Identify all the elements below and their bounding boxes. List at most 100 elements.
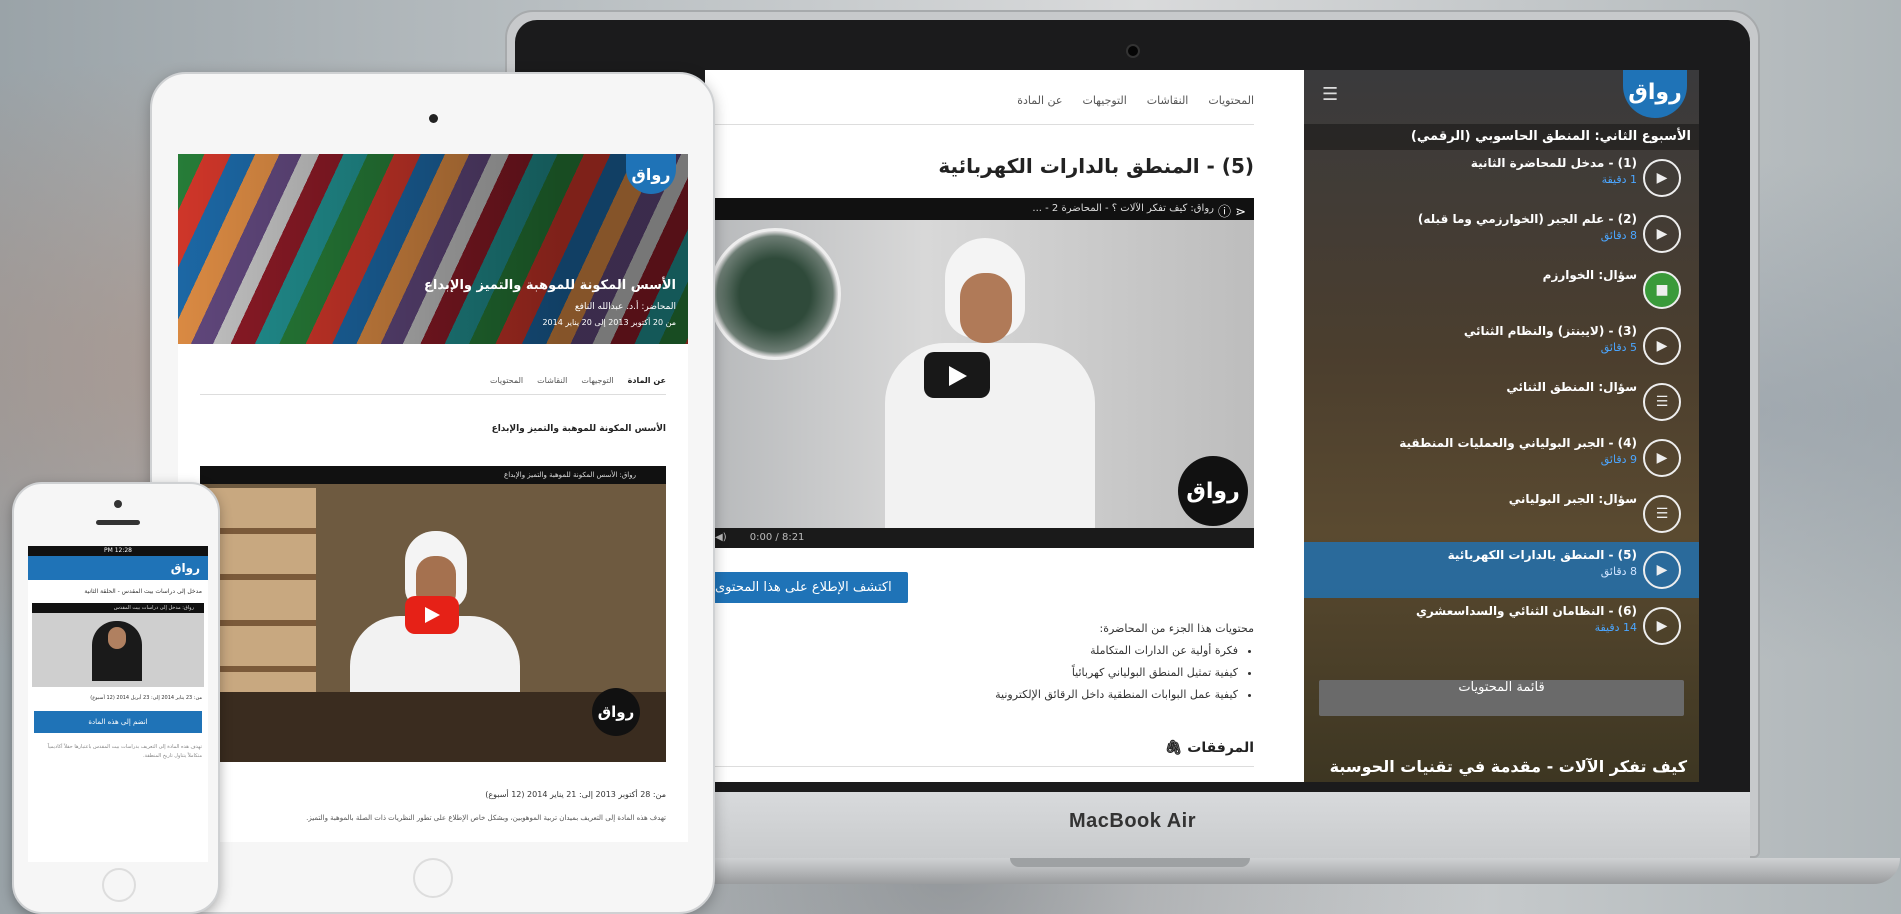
- course-tabs: عن المادة التوجيهات النقاشات المحتويات: [490, 376, 666, 385]
- lecture-main: المحتويات النقاشات التوجيهات عن المادة (…: [705, 70, 1304, 782]
- tabs-divider: [705, 124, 1254, 125]
- course-title: الأسس المكونة للموهبة والتميز والإبداع: [424, 278, 676, 293]
- course-professor: المحاضر: أ.د. عبدالله النافع: [574, 302, 676, 312]
- sidebar-item-title: (1) - مدخل للمحاضرة الثانية: [1470, 156, 1637, 170]
- join-course-button[interactable]: انضم إلى هذه المادة: [34, 711, 202, 733]
- play-icon: ▶: [1643, 159, 1681, 197]
- share-icon[interactable]: ⋖ ⓘ: [1218, 201, 1246, 220]
- contents-intro: محتويات هذا الجزء من المحاضرة:: [1099, 622, 1255, 635]
- course-date-range: من 20 أكتوبر 2013 إلى 20 يناير 2014: [542, 318, 676, 327]
- sidebar-item-active[interactable]: ▶ (5) - المنطق بالدارات الكهربائية 8 دقائ…: [1304, 542, 1699, 598]
- tab-guidelines[interactable]: التوجيهات: [1082, 94, 1126, 107]
- tablet-camera: [428, 114, 438, 123]
- tab-discussions[interactable]: النقاشات: [1147, 94, 1189, 107]
- phone-frame: 12:28 PM رواق مدخل إلى دراسات بيت المقدس…: [12, 482, 220, 914]
- video-time: 0:00 / 8:21: [749, 532, 805, 543]
- phone-camera: [114, 500, 122, 508]
- sidebar-item-duration: 9 دقائق: [1600, 453, 1637, 466]
- tab-discussions[interactable]: النقاشات: [537, 376, 567, 385]
- play-icon: ▶: [1643, 551, 1681, 589]
- sidebar-item-duration: 5 دقائق: [1600, 341, 1637, 354]
- contents-item: كيفية عمل البوابات المنطقية داخل الرقائق…: [954, 684, 1238, 706]
- sidebar-item-title: (2) - علم الجبر (الخوارزمي وما قبله): [1417, 212, 1637, 226]
- sidebar-item-title: سؤال: المنطق الثنائي: [1506, 380, 1637, 394]
- phone-home-button[interactable]: [102, 868, 136, 902]
- week-title: الأسبوع الثاني: المنطق الحاسوبي (الرقمي): [1304, 124, 1699, 150]
- contents-list-button[interactable]: قائمة المحتويات: [1319, 680, 1684, 716]
- check-icon: ■: [1643, 271, 1681, 309]
- tablet-home-button[interactable]: [412, 858, 453, 898]
- course-dates: من: 28 أكتوبر 2013 إلى: 21 يناير 2014 (1…: [485, 790, 666, 799]
- video-player[interactable]: رواق: مدخل إلى دراسات بيت المقدس: [32, 603, 204, 687]
- contents-item: فكرة أولية عن الدارات المتكاملة: [954, 640, 1238, 662]
- bookshelf-image: [206, 488, 316, 718]
- paperclip-icon: 🖇: [1164, 740, 1183, 756]
- sidebar-item-duration: 14 دقيقة: [1594, 621, 1637, 634]
- tab-contents[interactable]: المحتويات: [490, 376, 523, 385]
- sidebar-item[interactable]: ☰ سؤال: المنطق الثنائي: [1304, 374, 1699, 430]
- tab-contents[interactable]: المحتويات: [1208, 94, 1254, 107]
- sidebar-item-title: (5) - المنطق بالدارات الكهربائية: [1447, 548, 1637, 562]
- laptop-camera: [1125, 44, 1140, 58]
- video-title-bar: رواق: مدخل إلى دراسات بيت المقدس: [32, 603, 204, 613]
- volume-icon[interactable]: ◀): [715, 532, 727, 543]
- video-title-bar: رواق: الأسس المكونة للموهبة والتميز والإ…: [200, 466, 666, 484]
- menu-icon[interactable]: ☰: [1322, 84, 1338, 105]
- video-player[interactable]: رواق: الأسس المكونة للموهبة والتميز والإ…: [200, 466, 666, 762]
- status-bar: 12:28 PM: [28, 546, 208, 556]
- video-play-button[interactable]: [405, 596, 459, 634]
- attachments-heading: المرفقات 🖇: [1165, 740, 1254, 756]
- rwaq-watermark: رواق: [592, 688, 640, 736]
- sidebar-item-title: سؤال: الجبر البولياني: [1508, 492, 1637, 506]
- course-caption: كيف تفكر الآلات - مقدمة في تقنيات الحوسب…: [1329, 757, 1687, 776]
- tab-about[interactable]: عن المادة: [628, 376, 666, 385]
- sidebar-item[interactable]: ▶ (2) - علم الجبر (الخوارزمي وما قبله) 8 …: [1304, 206, 1699, 262]
- play-icon: ▶: [1643, 439, 1681, 477]
- sidebar-item[interactable]: ■ سؤال: الخوارزم: [1304, 262, 1699, 318]
- rwaq-watermark: رواق: [1178, 456, 1248, 526]
- course-description: تهدف هذه المادة إلى التعريف بميدان تربية…: [306, 814, 666, 822]
- sidebar-item[interactable]: ▶ (6) - النظامان الثنائي والسداسعشري 14 د…: [1304, 598, 1699, 654]
- video-controls[interactable]: ◀) 0:00 / 8:21: [705, 528, 1254, 548]
- play-icon: ▶: [1643, 327, 1681, 365]
- circuit-board-image: [709, 228, 841, 360]
- attachments-divider: [705, 766, 1254, 767]
- video-play-button[interactable]: [924, 352, 990, 398]
- laptop-screen: المحتويات النقاشات التوجيهات عن المادة (…: [705, 70, 1699, 782]
- course-dates: من: 23 يناير 2014 إلى: 23 أبريل 2014 (12…: [90, 695, 202, 701]
- lecture-contents: محتويات هذا الجزء من المحاضرة: فكرة أولي…: [954, 618, 1254, 706]
- phone-screen: 12:28 PM رواق مدخل إلى دراسات بيت المقدس…: [28, 546, 208, 862]
- sidebar-item[interactable]: ▶ (3) - (لايبنتز) والنظام الثنائي 5 دقائق: [1304, 318, 1699, 374]
- tablet-screen: رواق الأسس المكونة للموهبة والتميز والإب…: [178, 154, 688, 842]
- sidebar-item[interactable]: ▶ (4) - الجبر البولياني والعمليات المنطق…: [1304, 430, 1699, 486]
- contents-item: كيفية تمثيل المنطق البولياني كهربائياً: [954, 662, 1238, 684]
- course-tabs: المحتويات النقاشات التوجيهات عن المادة: [1017, 94, 1254, 107]
- course-title: مدخل إلى دراسات بيت المقدس - الحلقة الثا…: [84, 588, 202, 595]
- section-title: الأسس المكونة للموهبة والتميز والإبداع: [491, 424, 666, 434]
- report-button[interactable]: اكتشف الإطلاع على هذا المحتوى: [705, 572, 908, 603]
- sidebar-item[interactable]: ☰ سؤال: الجبر البولياني: [1304, 486, 1699, 542]
- tab-about[interactable]: عن المادة: [1017, 94, 1062, 107]
- sidebar-item[interactable]: ▶ (1) - مدخل للمحاضرة الثانية 1 دقيقة: [1304, 150, 1699, 206]
- attachments-label: المرفقات: [1187, 740, 1254, 756]
- sidebar-item-duration: 1 دقيقة: [1601, 173, 1637, 186]
- sidebar-item-title: سؤال: الخوارزم: [1542, 268, 1637, 282]
- video-player[interactable]: رواق: كيف تفكر الآلات ؟ - المحاضرة 2 - .…: [705, 198, 1254, 548]
- sidebar-item-title: (3) - (لايبنتز) والنظام الثنائي: [1463, 324, 1637, 338]
- rwaq-logo[interactable]: رواق: [28, 556, 208, 580]
- course-banner: رواق الأسس المكونة للموهبة والتميز والإب…: [178, 154, 688, 344]
- list-icon: ☰: [1643, 495, 1681, 533]
- course-description: تهدف هذه المادة إلى التعريف بدراسات بيت …: [47, 744, 202, 759]
- tab-guidelines[interactable]: التوجيهات: [581, 376, 613, 385]
- lecture-sidebar: رواق ☰ الأسبوع الثاني: المنطق الحاسوبي (…: [1304, 70, 1699, 782]
- rwaq-logo[interactable]: رواق: [1623, 70, 1687, 118]
- play-icon: ▶: [1643, 607, 1681, 645]
- tablet-frame: رواق الأسس المكونة للموهبة والتميز والإب…: [150, 72, 715, 914]
- play-icon: ▶: [1643, 215, 1681, 253]
- presenter-image: [845, 218, 1135, 533]
- sidebar-item-title: (6) - النظامان الثنائي والسداسعشري: [1415, 604, 1637, 618]
- sidebar-item-duration: 8 دقائق: [1600, 565, 1637, 578]
- video-title-bar: رواق: كيف تفكر الآلات ؟ - المحاضرة 2 - .…: [705, 198, 1254, 220]
- laptop-base: [600, 858, 1900, 884]
- sidebar-item-title: (4) - الجبر البولياني والعمليات المنطقية: [1399, 436, 1637, 450]
